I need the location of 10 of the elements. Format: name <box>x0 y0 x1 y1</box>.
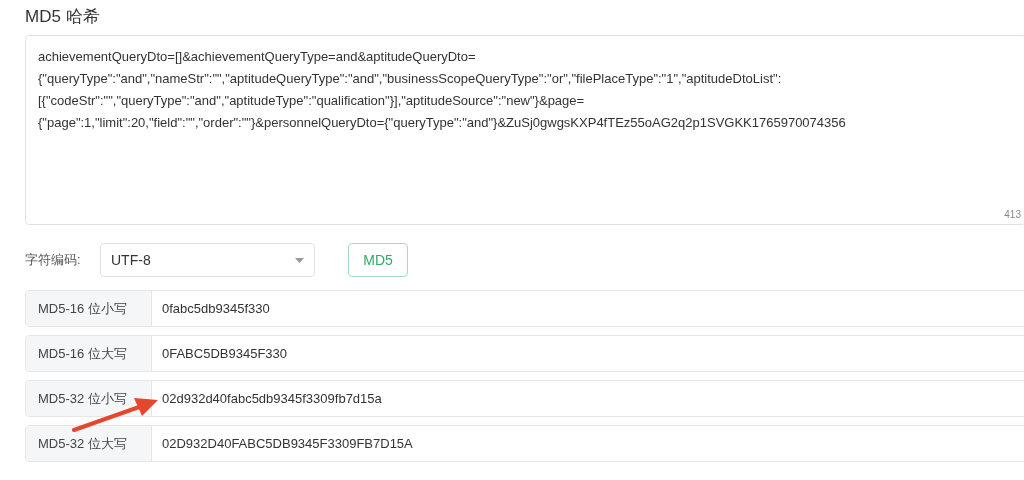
character-count: 413 <box>1004 209 1021 220</box>
input-text-line: [{"codeStr":"","queryType":"and","aptitudeType":"qualification"}],"aptitudeSource":"new"}&page= <box>38 92 586 110</box>
encoding-select[interactable]: UTF-8 <box>100 243 315 277</box>
input-text-line: {"page":1,"limit":20,"field":"","order":""}&personnelQueryDto={"queryType":"and"}&ZuSj0gwgsKXP4fTEz55oAG2q2p1SVGKK1765970074356 <box>38 114 847 132</box>
page-title: MD5 哈希 <box>25 6 101 28</box>
input-text-line: {"queryType":"and","nameStr":"","aptitudeQueryType":"and","businessScopeQueryType":"or","filePlaceType":"1","aptitudeDtoList": <box>38 70 783 88</box>
input-text-line: achievementQueryDto=[]&achievementQueryType=and&aptitudeQueryDto= <box>38 48 477 66</box>
text-input-field[interactable] <box>25 35 1024 225</box>
caret-icon <box>295 257 304 263</box>
encoding-label: 字符编码: <box>25 251 82 269</box>
